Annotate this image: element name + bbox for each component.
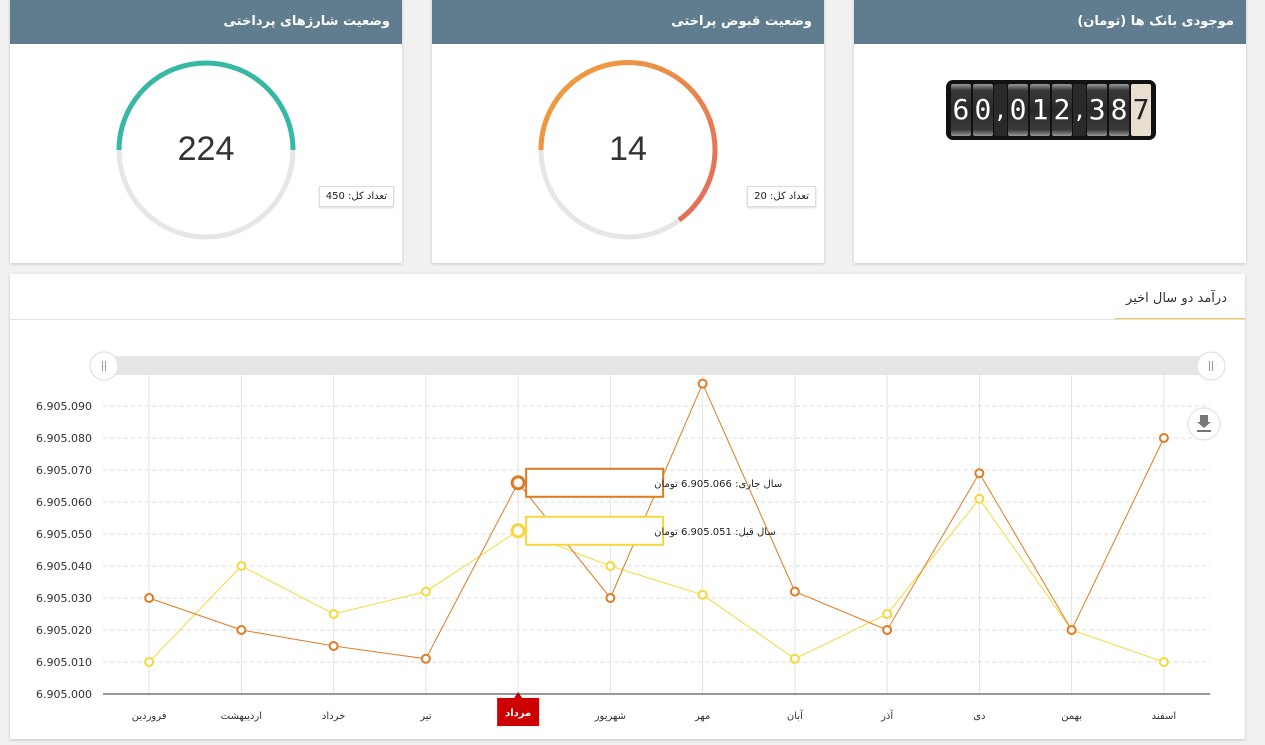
odometer-digit: 3 [1087,84,1108,136]
charges-card: وضعیت شارژهای پرداختی 224 تعداد کل: 450 [10,0,402,263]
data-point[interactable] [144,593,155,603]
navigator-right-handle[interactable] [1196,351,1226,381]
receipts-total-badge: تعداد کل: 20 [747,186,816,207]
odometer-digit: 2 [1052,84,1072,136]
data-point[interactable] [236,625,247,635]
x-tick-label: فروردین [132,711,167,722]
data-point[interactable] [144,657,155,667]
x-tick-label: مهر [694,711,710,722]
balance-odometer: 6 0 , 0 1 2 , 3 8 7 [946,80,1156,140]
data-point[interactable] [420,653,431,664]
data-point[interactable] [236,561,247,571]
odometer-digit: 7 [1131,84,1151,136]
data-point[interactable] [882,609,893,619]
x-tick-label: آذر [880,709,894,722]
navigator-left-handle-knob[interactable] [89,351,119,381]
income-line-chart: 6.905.000 6.905.010 6.905.020 6.905.030 6.90… [36,351,1226,726]
x-tick-label: تیر [419,711,432,722]
odometer-digit: 0 [1008,84,1029,136]
x-tick-label: خرداد [322,711,345,722]
x-tick-label: آبان [787,709,804,722]
data-point[interactable] [328,609,339,619]
y-tick-label: 6.905.040 [36,560,92,573]
download-button[interactable] [1187,407,1221,441]
data-point[interactable] [1066,625,1077,635]
data-point[interactable] [605,593,616,603]
y-tick-label: 6.905.050 [36,528,92,541]
y-tick-label: 6.905.020 [36,624,92,637]
odometer-separator: , [993,84,1008,136]
x-tick-label: مرداد [505,708,531,719]
odometer-digit: 8 [1109,84,1130,136]
data-point-hover[interactable] [510,523,526,539]
tooltip-current: سال جاری: 6.905.066 تومان [525,467,782,498]
x-tick-label: دی [973,711,985,722]
tooltip-text: سال قبل: 6.905.051 تومان [654,527,776,538]
receipts-card: وضعیت قبوض پراختی 14 تعداد کل: 20 [432,0,824,263]
bank-balance-card: موجودی بانک ها (تومان) 6 0 , 0 1 2 , 3 8… [854,0,1246,263]
data-point[interactable] [974,493,985,504]
y-tick-label: 6.905.070 [36,464,92,477]
data-point[interactable] [1158,433,1169,443]
tooltip-previous: سال قبل: 6.905.051 تومان [525,515,776,546]
data-point[interactable] [697,378,708,389]
data-point[interactable] [789,586,800,597]
odometer-digit: 1 [1030,84,1050,136]
odometer-separator: , [1072,84,1087,136]
tooltip-box [525,515,665,546]
chart-navigator-track[interactable] [103,356,1211,375]
data-point[interactable] [1158,657,1169,667]
data-point[interactable] [974,468,985,479]
y-tick-label: 6.905.090 [36,400,92,413]
income-chart-card: درآمد دو سال اخیر 6.905.000 6.905.010 6.90… [10,274,1245,739]
x-tick-label: اردیبهشت [221,711,262,722]
tooltip-box [525,467,665,498]
data-point[interactable] [420,586,431,597]
odometer-digit: 6 [951,84,971,136]
charges-count: 224 [177,130,235,168]
y-tick-label: 6.905.060 [36,496,92,509]
navigator-left-handle[interactable] [89,351,119,381]
data-point[interactable] [605,561,616,571]
data-point[interactable] [697,589,708,600]
y-tick-label: 6.905.000 [36,688,92,701]
x-tick-label: اسفند [1152,711,1176,722]
data-point[interactable] [328,641,339,651]
x-tick-highlight-arrow [514,692,523,698]
bank-card-title: موجودی بانک ها (تومان) [854,0,1246,44]
charges-total-badge: تعداد کل: 450 [318,186,394,207]
navigator-right-handle-knob[interactable] [1196,351,1226,381]
y-tick-label: 6.905.030 [36,592,92,605]
y-tick-label: 6.905.080 [36,432,92,445]
data-point-hover[interactable] [510,475,526,491]
x-tick-label: بهمن [1061,711,1082,722]
x-tick-label: شهریور [594,711,626,722]
y-tick-label: 6.905.010 [36,656,92,669]
receipts-count: 14 [609,130,647,168]
tooltip-text: سال جاری: 6.905.066 تومان [654,479,782,490]
odometer-digit: 0 [972,84,993,136]
download-icon-base [1197,430,1211,432]
data-point[interactable] [789,653,800,664]
data-point[interactable] [882,625,893,635]
